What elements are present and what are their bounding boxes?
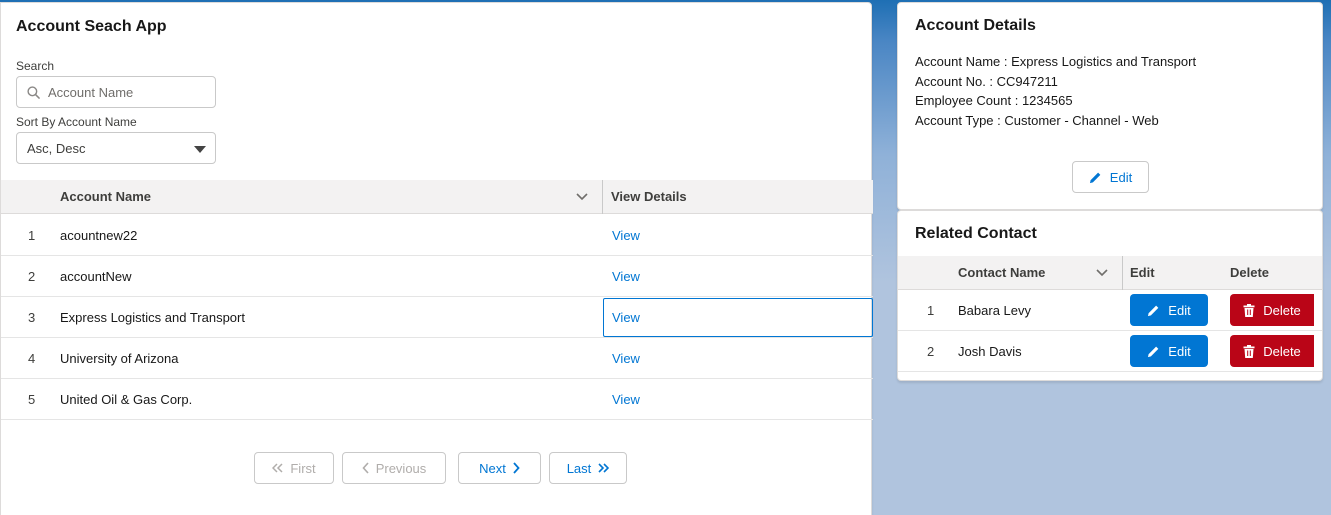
account-details-card: Account Details Account Name : Express L…	[897, 2, 1323, 210]
search-placeholder: Account Name	[48, 84, 134, 100]
last-label: Last	[566, 460, 592, 476]
sort-label: Sort By Account Name	[16, 115, 137, 129]
chevron-down-icon[interactable]	[1096, 269, 1108, 277]
account-name-cell: acountnew22	[60, 228, 138, 243]
chevron-right-icon	[513, 462, 520, 474]
account-number-line: Account No. : CC947211	[915, 74, 1058, 89]
sort-select-value: Asc, Desc	[27, 140, 86, 156]
double-chevron-right-icon	[598, 463, 610, 473]
next-label: Next	[479, 460, 506, 476]
edit-contact-button[interactable]: Edit	[1130, 294, 1208, 326]
delete-contact-button[interactable]: Delete	[1230, 335, 1314, 367]
next-page-button[interactable]: Next	[458, 452, 541, 484]
focused-cell	[603, 298, 873, 337]
edit-label: Edit	[1168, 343, 1191, 359]
row-number: 1	[927, 303, 935, 318]
account-details-title: Account Details	[915, 17, 1036, 34]
view-link[interactable]: View	[612, 215, 640, 256]
chevron-down-icon	[194, 146, 206, 153]
view-link[interactable]: View	[612, 379, 640, 420]
edit-account-button[interactable]: Edit	[1072, 161, 1149, 193]
contact-name-cell: Babara Levy	[958, 303, 1031, 318]
accounts-table-header: Account Name View Details	[1, 180, 873, 214]
contact-name-cell: Josh Davis	[958, 344, 1022, 359]
column-header-contact-name[interactable]: Contact Name	[958, 256, 1045, 290]
column-divider	[1122, 256, 1123, 290]
column-header-account-name[interactable]: Account Name	[60, 180, 151, 214]
column-divider	[602, 180, 603, 214]
related-contact-card: Related Contact Contact Name Edit Delete…	[897, 210, 1323, 381]
account-name-line: Account Name : Express Logistics and Tra…	[915, 54, 1197, 69]
sort-select[interactable]: Asc, Desc	[16, 132, 216, 164]
account-name-cell: Express Logistics and Transport	[60, 310, 245, 325]
search-label: Search	[16, 59, 55, 73]
view-link[interactable]: View	[612, 256, 640, 297]
previous-page-button[interactable]: Previous	[342, 452, 446, 484]
trash-icon	[1243, 344, 1255, 358]
delete-label: Delete	[1263, 302, 1301, 318]
column-header-edit: Edit	[1130, 265, 1155, 280]
table-row: 2 Josh Davis Edit Delete	[898, 331, 1322, 372]
table-row: 1 Babara Levy Edit Delete	[898, 290, 1322, 331]
view-link[interactable]: View	[612, 297, 640, 338]
row-number: 4	[28, 351, 36, 366]
column-header-view-details: View Details	[611, 189, 687, 204]
account-name-cell: accountNew	[60, 269, 132, 284]
pencil-icon	[1089, 172, 1101, 183]
pencil-icon	[1148, 305, 1159, 316]
delete-contact-button[interactable]: Delete	[1230, 294, 1314, 326]
employee-count-line: Employee Count : 1234565	[915, 93, 1073, 108]
table-row: 5 United Oil & Gas Corp. View	[1, 379, 873, 420]
related-contact-title: Related Contact	[915, 225, 1037, 242]
account-type-line: Account Type : Customer - Channel - Web	[915, 113, 1159, 128]
table-row: 4 University of Arizona View	[1, 338, 873, 379]
edit-label: Edit	[1109, 169, 1133, 185]
first-label: First	[290, 460, 316, 476]
account-name-cell: University of Arizona	[60, 351, 179, 366]
last-page-button[interactable]: Last	[549, 452, 627, 484]
search-input[interactable]: Account Name	[16, 76, 216, 108]
search-icon	[27, 85, 40, 99]
account-name-cell: United Oil & Gas Corp.	[60, 392, 193, 407]
row-number: 5	[28, 392, 36, 407]
contacts-table-header: Contact Name Edit Delete	[898, 256, 1322, 290]
accounts-table: Account Name View Details 1 acountnew22 …	[1, 180, 873, 420]
edit-label: Edit	[1168, 302, 1191, 318]
table-row: 3 Express Logistics and Transport View	[1, 297, 873, 338]
trash-icon	[1243, 303, 1255, 317]
row-number: 2	[927, 344, 935, 359]
edit-contact-button[interactable]: Edit	[1130, 335, 1208, 367]
first-page-button[interactable]: First	[254, 452, 334, 484]
account-search-card: Account Seach App Search Account Name So…	[0, 2, 873, 515]
chevron-left-icon	[362, 462, 369, 474]
table-row: 2 accountNew View	[1, 256, 873, 297]
row-number: 3	[28, 310, 36, 325]
table-row: 1 acountnew22 View	[1, 215, 873, 256]
pencil-icon	[1148, 346, 1159, 357]
search-app-title: Account Seach App	[16, 18, 167, 35]
column-header-delete: Delete	[1230, 265, 1270, 280]
delete-label: Delete	[1263, 343, 1301, 359]
view-link[interactable]: View	[612, 338, 640, 379]
row-number: 1	[28, 228, 36, 243]
chevron-down-icon[interactable]	[576, 193, 588, 201]
double-chevron-left-icon	[272, 463, 283, 473]
row-number: 2	[28, 269, 36, 284]
previous-label: Previous	[375, 460, 427, 476]
